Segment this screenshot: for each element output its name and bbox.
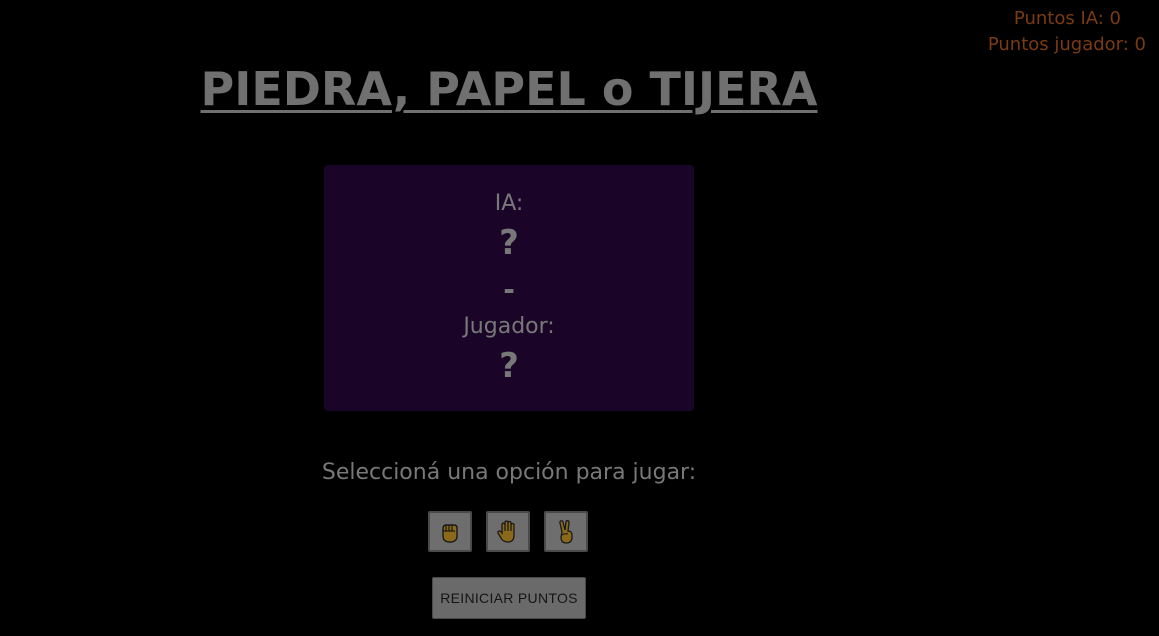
rock-button[interactable] (428, 511, 472, 552)
player-label: Jugador: (463, 314, 555, 339)
page: Puntos IA: 0 Puntos jugador: 0 PIEDRA, P… (0, 0, 1159, 636)
scoreboard: Puntos IA: 0 Puntos jugador: 0 (988, 6, 1146, 58)
page-title: PIEDRA, PAPEL o TIJERA (200, 62, 818, 116)
ia-label: IA: (494, 191, 524, 216)
separator: - (503, 273, 515, 306)
victory-hand-icon (559, 519, 573, 544)
paper-button[interactable] (486, 511, 530, 552)
raised-hand-icon (497, 519, 515, 543)
options-group (428, 511, 588, 552)
scissors-button[interactable] (544, 511, 588, 552)
player-choice: ? (499, 346, 519, 386)
game-panel: IA: ? - Jugador: ? (324, 165, 694, 411)
ia-choice: ? (499, 223, 519, 263)
reset-points-button[interactable]: REINICIAR PUNTOS (432, 577, 586, 619)
player-score: Puntos jugador: 0 (987, 34, 1146, 55)
instructions: Seleccioná una opción para jugar: (321, 460, 697, 485)
raised-fist-icon (442, 523, 458, 543)
ia-score: Puntos IA: 0 (1013, 8, 1121, 29)
